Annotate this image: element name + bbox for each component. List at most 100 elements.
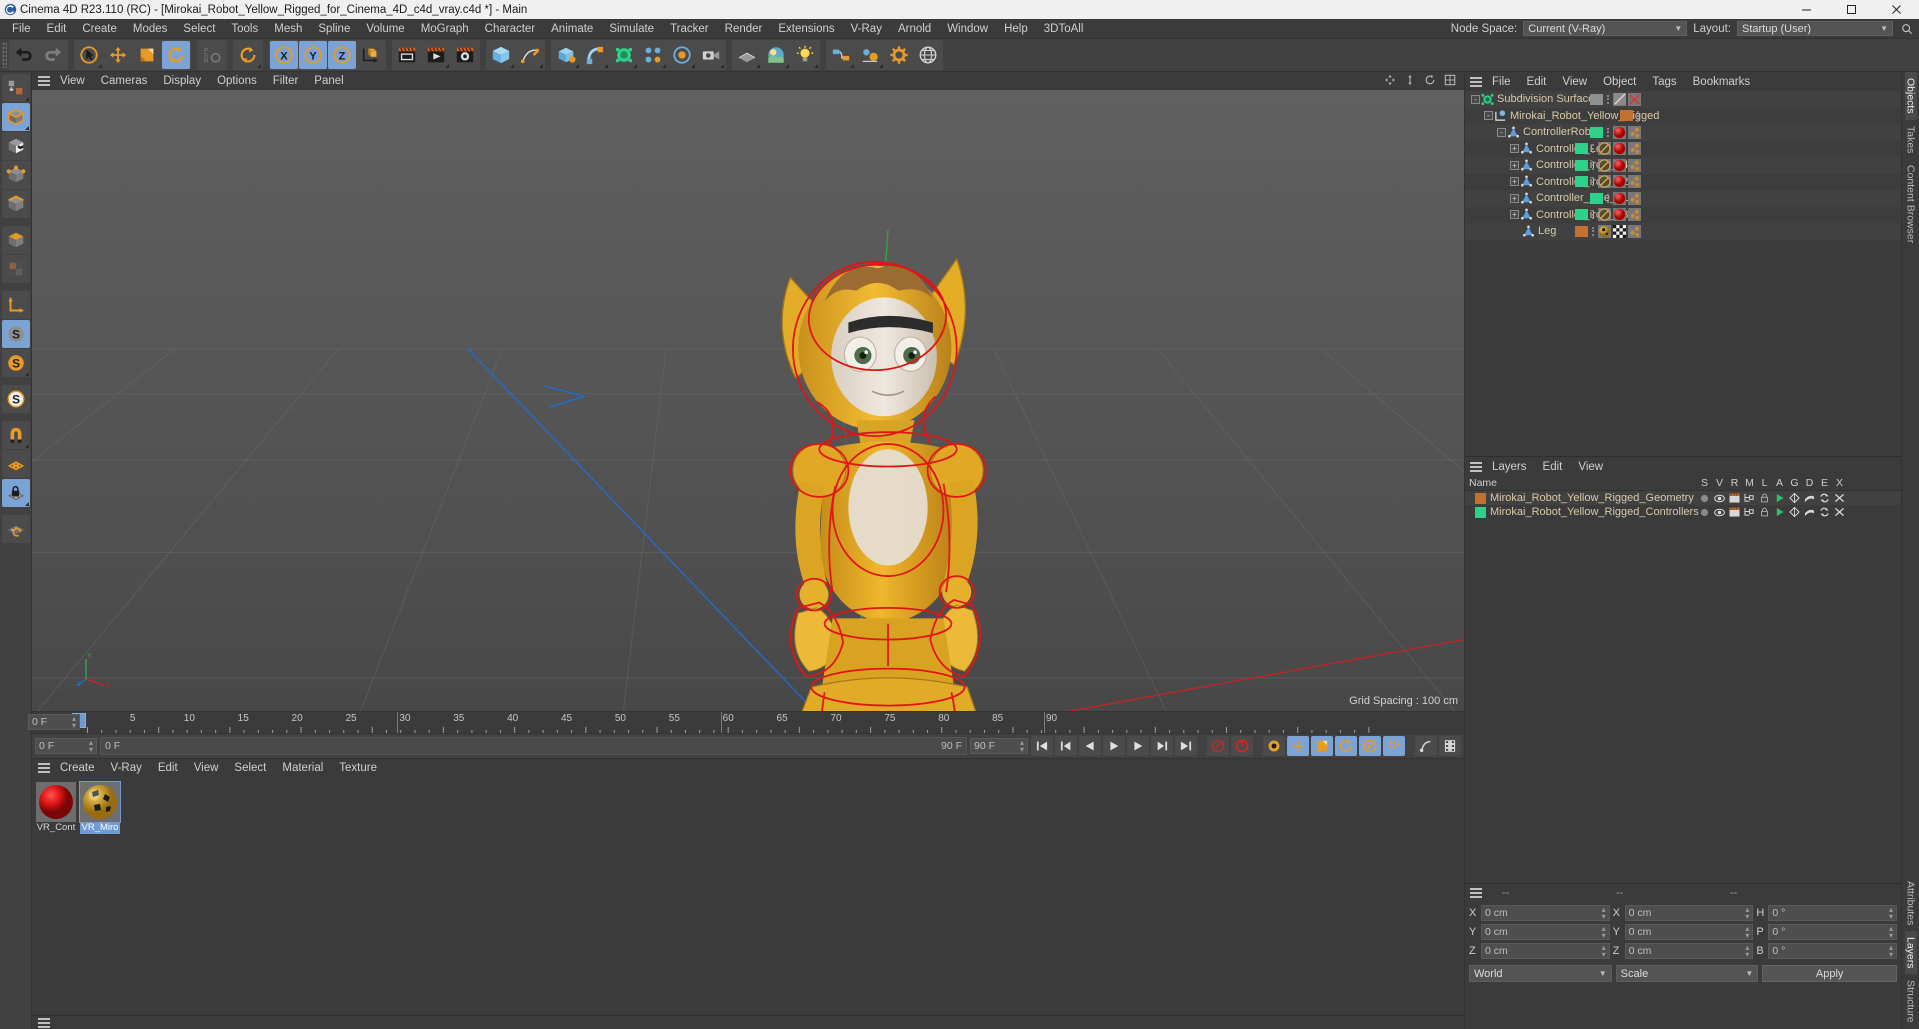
layer-color-swatch[interactable]	[1575, 176, 1588, 188]
layer-color-swatch[interactable]	[1620, 110, 1633, 122]
menu-edit[interactable]: Edit	[39, 19, 75, 39]
object-row[interactable]: +Controller_ircle_03	[1465, 206, 1901, 223]
tag-dots[interactable]	[1628, 191, 1641, 205]
globe-web-icon[interactable]	[914, 41, 942, 69]
layout-dropdown[interactable]: Startup (User) ▼	[1737, 21, 1893, 36]
layer-solo-toggle[interactable]	[1697, 494, 1712, 503]
object-menu-tags[interactable]: Tags	[1644, 72, 1684, 92]
render-picture-viewer-icon[interactable]	[422, 41, 450, 69]
tag-red-sphere[interactable]	[1613, 158, 1626, 172]
layer-visible-toggle[interactable]	[1712, 494, 1727, 503]
layer-color-swatch[interactable]	[1590, 93, 1603, 105]
menu-tracker[interactable]: Tracker	[662, 19, 717, 39]
viewport-menu-cameras[interactable]: Cameras	[93, 72, 156, 90]
layer-xref-toggle[interactable]	[1832, 507, 1847, 517]
menu-arnold[interactable]: Arnold	[890, 19, 939, 39]
cube-primitive-icon[interactable]	[487, 41, 515, 69]
rot-p-field[interactable]: 0 ° ▴ ▾	[1768, 924, 1898, 940]
menu-3dtoall[interactable]: 3DToAll	[1036, 19, 1092, 39]
camera-icon[interactable]	[697, 41, 725, 69]
axis-x-icon[interactable]: X	[270, 41, 298, 69]
previous-keyframe-icon[interactable]	[1055, 736, 1077, 756]
layers-menu-edit[interactable]: Edit	[1535, 457, 1571, 477]
step-back-icon[interactable]	[1079, 736, 1101, 756]
toolbar-drag-handle[interactable]	[2, 42, 7, 68]
material-menu-view[interactable]: View	[186, 758, 227, 778]
settings-gear-icon[interactable]	[885, 41, 913, 69]
rotate-view-icon[interactable]	[1424, 74, 1436, 89]
tag-red-sphere[interactable]	[1613, 125, 1626, 139]
axis-z-icon[interactable]: Z	[328, 41, 356, 69]
object-options-dots[interactable]	[1635, 111, 1641, 121]
layer-expression-toggle[interactable]	[1817, 507, 1832, 517]
next-keyframe-icon[interactable]	[1151, 736, 1173, 756]
object-axis-icon[interactable]	[1, 291, 30, 319]
physical-sky-icon[interactable]	[762, 41, 790, 69]
array-generator-icon[interactable]	[552, 41, 580, 69]
edge-mode-icon[interactable]	[1, 190, 30, 218]
render-settings-icon[interactable]	[451, 41, 479, 69]
tag-disabled-slash[interactable]	[1613, 92, 1626, 106]
material-menu-create[interactable]: Create	[52, 758, 103, 778]
play-icon[interactable]	[1103, 736, 1125, 756]
vertical-tab-layers[interactable]: Layers	[1904, 930, 1917, 975]
object-options-dots[interactable]	[1590, 210, 1596, 220]
layer-animation-toggle[interactable]	[1772, 507, 1787, 517]
viewport-menu-options[interactable]: Options	[209, 72, 265, 90]
step-forward-icon[interactable]	[1127, 736, 1149, 756]
texture-mode-icon[interactable]	[1, 132, 30, 160]
go-to-end-icon[interactable]	[1175, 736, 1197, 756]
expander-toggle[interactable]: -	[1471, 94, 1480, 104]
axis-y-icon[interactable]: Y	[299, 41, 327, 69]
object-menu-object[interactable]: Object	[1595, 72, 1644, 92]
tag-dots[interactable]	[1628, 125, 1641, 139]
zoom-view-icon[interactable]	[1404, 74, 1416, 89]
keyframe-selection-icon[interactable]	[1263, 736, 1285, 756]
layer-generator-toggle[interactable]	[1787, 493, 1802, 503]
object-menu-edit[interactable]: Edit	[1519, 72, 1555, 92]
viewport-3d[interactable]: Perspective	[32, 90, 1464, 711]
spinner-icon[interactable]: ▴ ▾	[89, 739, 93, 754]
vertical-tab-objects[interactable]: Objects	[1904, 72, 1917, 120]
size-z-field[interactable]: 0 cm ▴ ▾	[1624, 943, 1754, 959]
layer-generator-toggle[interactable]	[1787, 507, 1802, 517]
layer-color-swatch[interactable]	[1475, 492, 1486, 504]
object-options-dots[interactable]	[1590, 177, 1596, 187]
layer-render-toggle[interactable]	[1727, 493, 1742, 503]
layer-deformer-toggle[interactable]	[1802, 507, 1817, 517]
material-item[interactable]: VR_Cont	[36, 782, 76, 834]
material-preview[interactable]	[79, 781, 121, 823]
lock-workplane-icon[interactable]	[1, 479, 30, 507]
material-panel-menu-icon[interactable]	[36, 761, 52, 775]
menu-modes[interactable]: Modes	[125, 19, 176, 39]
layer-color-swatch[interactable]	[1590, 126, 1603, 138]
object-row[interactable]: +Controller_ircle_04	[1465, 157, 1901, 174]
layer-xref-toggle[interactable]	[1832, 493, 1847, 503]
menu-v-ray[interactable]: V-Ray	[843, 19, 890, 39]
render-view-icon[interactable]	[393, 41, 421, 69]
layer-color-swatch[interactable]	[1575, 159, 1588, 171]
tag-checker[interactable]	[1613, 224, 1626, 238]
enable-snapping-icon[interactable]: S	[1, 320, 30, 348]
timeline-current-frame-field[interactable]: 0 F ▴ ▾	[28, 714, 80, 730]
model-mode-icon[interactable]	[1, 103, 30, 131]
expander-toggle[interactable]: -	[1497, 127, 1506, 137]
planar-workplane-icon[interactable]	[1, 515, 30, 543]
tag-material[interactable]	[1598, 224, 1611, 238]
polygon-mode-icon[interactable]	[1, 226, 30, 254]
coordinate-system-dropdown[interactable]: World ▼	[1469, 965, 1612, 982]
mograph-cloner-icon[interactable]	[639, 41, 667, 69]
object-row[interactable]: +Controller_ircle_02	[1465, 173, 1901, 190]
layer-solo-toggle[interactable]	[1697, 508, 1712, 517]
menu-render[interactable]: Render	[717, 19, 771, 39]
menu-spline[interactable]: Spline	[310, 19, 358, 39]
tag-red-sphere[interactable]	[1613, 175, 1626, 189]
scale-key-icon[interactable]	[1311, 736, 1333, 756]
node-space-dropdown[interactable]: Current (V-Ray) ▼	[1523, 21, 1688, 36]
tag-red-sphere[interactable]	[1613, 208, 1626, 222]
make-editable-icon[interactable]	[1, 74, 30, 102]
layer-manager-toggle[interactable]	[1742, 493, 1757, 503]
size-mode-dropdown[interactable]: Scale ▼	[1615, 965, 1759, 982]
menu-simulate[interactable]: Simulate	[601, 19, 662, 39]
snap-settings-icon[interactable]: S	[1, 349, 30, 377]
